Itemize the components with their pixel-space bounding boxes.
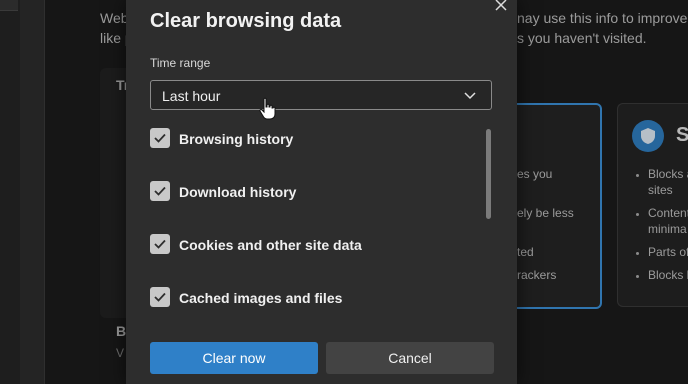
left-edge-strip — [0, 0, 20, 384]
list-item[interactable]: Cached images and files — [150, 287, 470, 309]
checkmark-icon — [154, 292, 166, 302]
chevron-down-icon — [464, 92, 476, 100]
edge-tab — [0, 0, 18, 11]
scrollbar-thumb[interactable] — [486, 129, 491, 219]
checkmark-icon — [154, 186, 166, 196]
time-range-label: Time range — [150, 56, 211, 70]
checkbox-cached-images[interactable] — [150, 287, 170, 307]
list-item[interactable]: Browsing history — [150, 128, 470, 150]
clear-browsing-data-dialog: Clear browsing data Time range Last hour… — [126, 0, 517, 384]
checkbox-label: Cookies and other site data — [179, 237, 362, 253]
cancel-button[interactable]: Cancel — [326, 342, 494, 374]
settings-sidebar — [20, 0, 45, 384]
clear-now-button[interactable]: Clear now — [150, 342, 318, 374]
hand-cursor-icon — [259, 97, 276, 120]
time-range-dropdown[interactable]: Last hour — [150, 80, 492, 110]
list-item[interactable]: Download history — [150, 181, 470, 203]
checkbox-cookies[interactable] — [150, 234, 170, 254]
checkmark-icon — [154, 239, 166, 249]
time-range-value: Last hour — [162, 88, 221, 104]
checkmark-icon — [154, 133, 166, 143]
dialog-title: Clear browsing data — [150, 10, 342, 32]
checkbox-label: Download history — [179, 184, 297, 200]
checkbox-label: Cached images and files — [179, 290, 343, 306]
checkbox-download-history[interactable] — [150, 181, 170, 201]
list-item[interactable]: Cookies and other site data — [150, 234, 470, 256]
checkbox-browsing-history[interactable] — [150, 128, 170, 148]
checkbox-label: Browsing history — [179, 131, 294, 147]
close-icon[interactable] — [490, 0, 512, 16]
